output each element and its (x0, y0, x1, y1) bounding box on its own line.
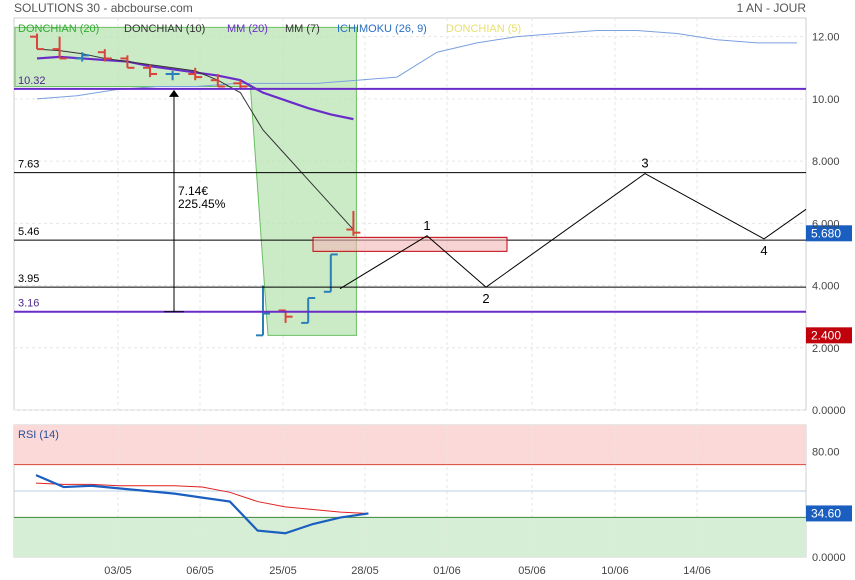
legend-entry: MM (20) (227, 23, 268, 35)
legend-entry: DONCHIAN (5) (446, 23, 521, 35)
wave-label: 1 (423, 218, 430, 233)
level-label: 7.63 (18, 159, 39, 171)
level-label: 3.16 (18, 298, 39, 310)
measure-value: 7.14€ (178, 184, 208, 198)
wave-label: 2 (482, 291, 489, 306)
y-tick-label: 8.000 (812, 156, 840, 168)
rsi-oversold-zone (14, 517, 806, 557)
price-badge-label: 5.680 (811, 226, 841, 240)
x-tick-label: 01/06 (433, 565, 461, 577)
rsi-overbought-zone (14, 425, 806, 465)
stock-chart: 03/05 06/05 25/05 28/05 01/06 05/06 10/06 14/06… (13, 1, 852, 577)
legend-entry: ICHIMOKU (26, 9) (337, 23, 427, 35)
y-tick-label: 4.000 (812, 281, 840, 293)
y-tick-label: 12.00 (812, 32, 840, 44)
wave-label: 3 (641, 156, 648, 171)
level-label: 10.32 (18, 75, 46, 87)
legend-entry: MM (7) (285, 23, 320, 35)
y-tick-label: 10.00 (812, 94, 840, 106)
x-tick-label: 06/05 (186, 565, 214, 577)
level-label: 3.95 (18, 273, 39, 285)
y-tick-label: 2.000 (812, 343, 840, 355)
x-tick-label: 05/06 (518, 565, 546, 577)
rsi-y-tick-label: 0.0000 (812, 552, 846, 564)
rsi-y-tick-label: 80.00 (812, 446, 840, 458)
rsi-badge-label: 34.60 (811, 506, 841, 520)
target-zone (312, 236, 508, 252)
chart-title: SOLUTIONS 30 - abcbourse.com (14, 1, 193, 15)
measure-percent: 225.45% (178, 197, 226, 211)
legend-entry: DONCHIAN (10) (124, 23, 205, 35)
x-tick-label: 10/06 (601, 565, 629, 577)
level-label: 5.46 (18, 226, 39, 238)
x-tick-label: 14/06 (683, 565, 711, 577)
y-tick-label: 0.0000 (812, 405, 846, 417)
x-tick-label: 28/05 (351, 565, 379, 577)
wave-label: 4 (760, 243, 767, 258)
price-badge-label: 2.400 (811, 328, 841, 342)
legend-entry: DONCHIAN (20) (18, 23, 99, 35)
x-tick-label: 03/05 (104, 565, 132, 577)
x-tick-label: 25/05 (269, 565, 297, 577)
period-label[interactable]: 1 AN - JOUR (737, 1, 807, 15)
rsi-title: RSI (14) (18, 429, 59, 441)
